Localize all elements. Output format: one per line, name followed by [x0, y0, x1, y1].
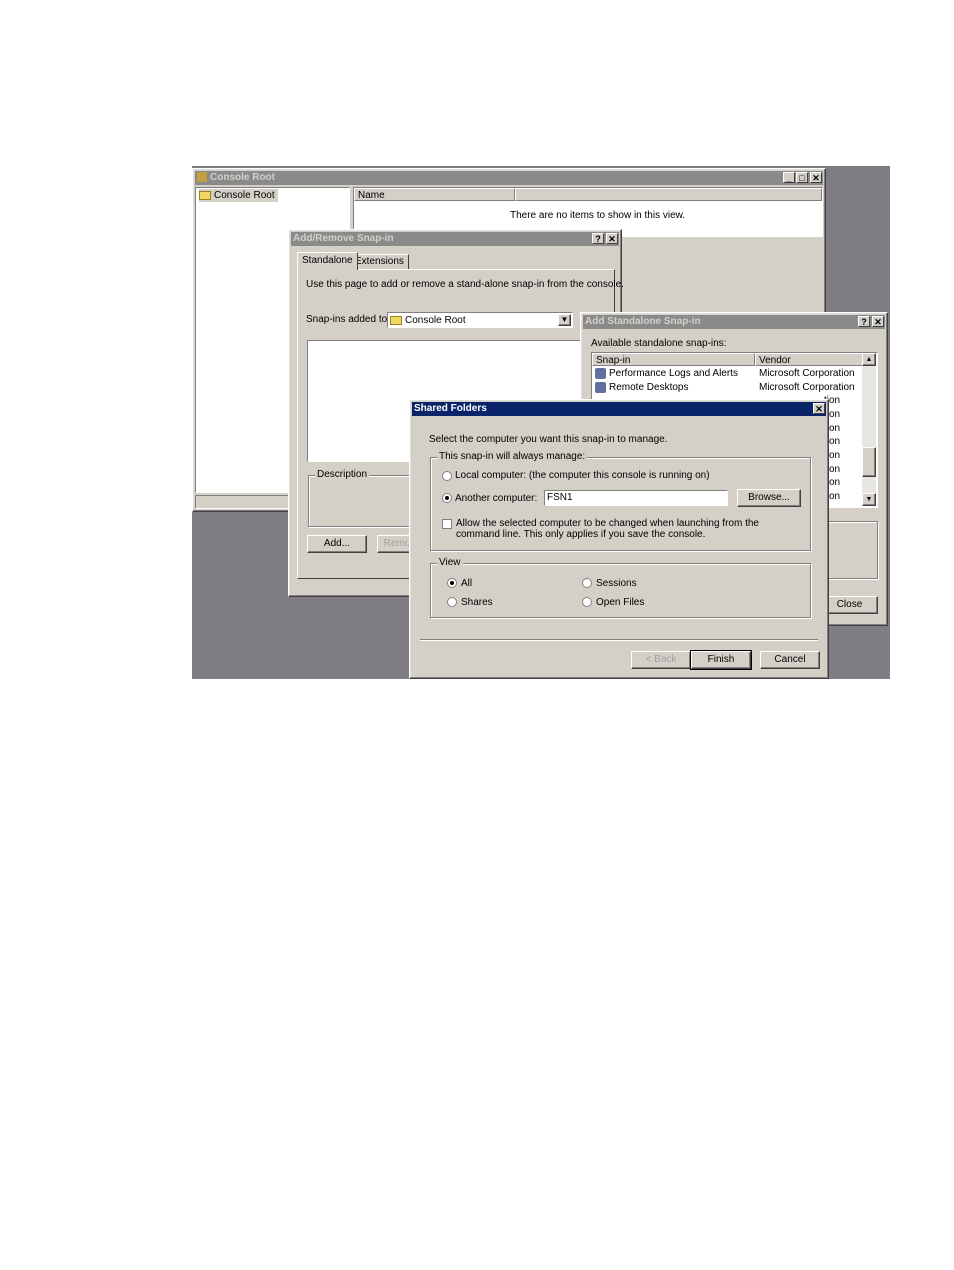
allow-change-checkbox[interactable]: [442, 519, 452, 529]
empty-message: There are no items to show in this view.: [510, 210, 686, 221]
close-button[interactable]: ✕: [872, 316, 884, 327]
performance-icon: [595, 367, 606, 379]
local-computer-radio[interactable]: [442, 471, 452, 481]
column-header-snapin[interactable]: Snap-in: [592, 353, 755, 366]
tab-extensions[interactable]: Extensions: [350, 254, 409, 269]
close-button[interactable]: ✕: [813, 403, 825, 414]
column-header-blank: [515, 188, 822, 201]
computer-name-input[interactable]: FSN1: [544, 490, 728, 506]
folder-icon: [199, 190, 211, 200]
close-dialog-button[interactable]: Close: [821, 596, 878, 614]
list-item[interactable]: Performance Logs and Alerts: [595, 367, 738, 380]
view-open-files-radio[interactable]: [582, 597, 592, 607]
view-sessions-radio[interactable]: [582, 578, 592, 588]
view-all-radio[interactable]: [447, 578, 457, 588]
console-title: Console Root: [210, 172, 275, 183]
added-to-dropdown[interactable]: Console Root ▼: [387, 312, 573, 328]
local-computer-label[interactable]: Local computer: (the computer this conso…: [455, 470, 710, 481]
browse-button[interactable]: Browse...: [737, 489, 801, 507]
finish-button[interactable]: Finish: [690, 650, 752, 670]
column-header-vendor[interactable]: Vendor: [755, 353, 863, 366]
minimize-button[interactable]: _: [783, 172, 795, 183]
tree-item-console-root[interactable]: Console Root: [199, 189, 278, 202]
cancel-button[interactable]: Cancel: [760, 651, 820, 669]
list-item[interactable]: Remote Desktops: [595, 381, 688, 394]
view-shares-label[interactable]: Shares: [461, 597, 493, 608]
separator: [420, 639, 818, 641]
list-item-vendor: Microsoft Corporation: [759, 382, 855, 393]
add-standalone-titlebar: Add Standalone Snap-in: [583, 315, 885, 329]
vertical-scrollbar[interactable]: ▲ ▼: [862, 353, 876, 506]
column-header-name[interactable]: Name: [354, 188, 515, 201]
scroll-thumb[interactable]: [862, 447, 876, 477]
scroll-down-button[interactable]: ▼: [862, 493, 876, 506]
view-shares-radio[interactable]: [447, 597, 457, 607]
close-button[interactable]: ✕: [606, 233, 618, 244]
view-group: View: [430, 557, 811, 618]
help-button[interactable]: ?: [592, 233, 604, 244]
shared-folders-dialog: Shared Folders ✕ Select the computer you…: [409, 399, 829, 679]
prompt-text: Select the computer you want this snap-i…: [429, 434, 668, 445]
shared-folders-titlebar: Shared Folders: [412, 402, 826, 416]
view-all-label[interactable]: All: [461, 578, 472, 589]
added-to-label: Snap-ins added to:: [306, 314, 390, 325]
dropdown-arrow-button[interactable]: ▼: [558, 314, 571, 326]
add-button[interactable]: Add...: [307, 535, 367, 553]
view-open-files-label[interactable]: Open Files: [596, 597, 644, 608]
another-computer-radio[interactable]: [442, 493, 452, 503]
instruction-text: Use this page to add or remove a stand-a…: [306, 279, 624, 290]
list-item-vendor: Microsoft Corporation: [759, 368, 855, 379]
close-button[interactable]: ✕: [810, 172, 822, 183]
folder-icon: [390, 315, 402, 325]
maximize-button[interactable]: □: [796, 172, 808, 183]
add-remove-titlebar: Add/Remove Snap-in: [291, 232, 619, 246]
available-label: Available standalone snap-ins:: [591, 338, 727, 349]
console-icon: [197, 172, 207, 183]
back-button[interactable]: < Back: [631, 651, 691, 669]
scroll-up-button[interactable]: ▲: [862, 353, 876, 366]
another-computer-label[interactable]: Another computer:: [455, 493, 537, 504]
remote-desktops-icon: [595, 381, 606, 393]
view-sessions-label[interactable]: Sessions: [596, 578, 637, 589]
tab-standalone[interactable]: Standalone: [297, 252, 358, 270]
help-button[interactable]: ?: [858, 316, 870, 327]
console-titlebar: Console Root: [195, 171, 823, 185]
allow-change-label[interactable]: Allow the selected computer to be change…: [456, 518, 801, 540]
